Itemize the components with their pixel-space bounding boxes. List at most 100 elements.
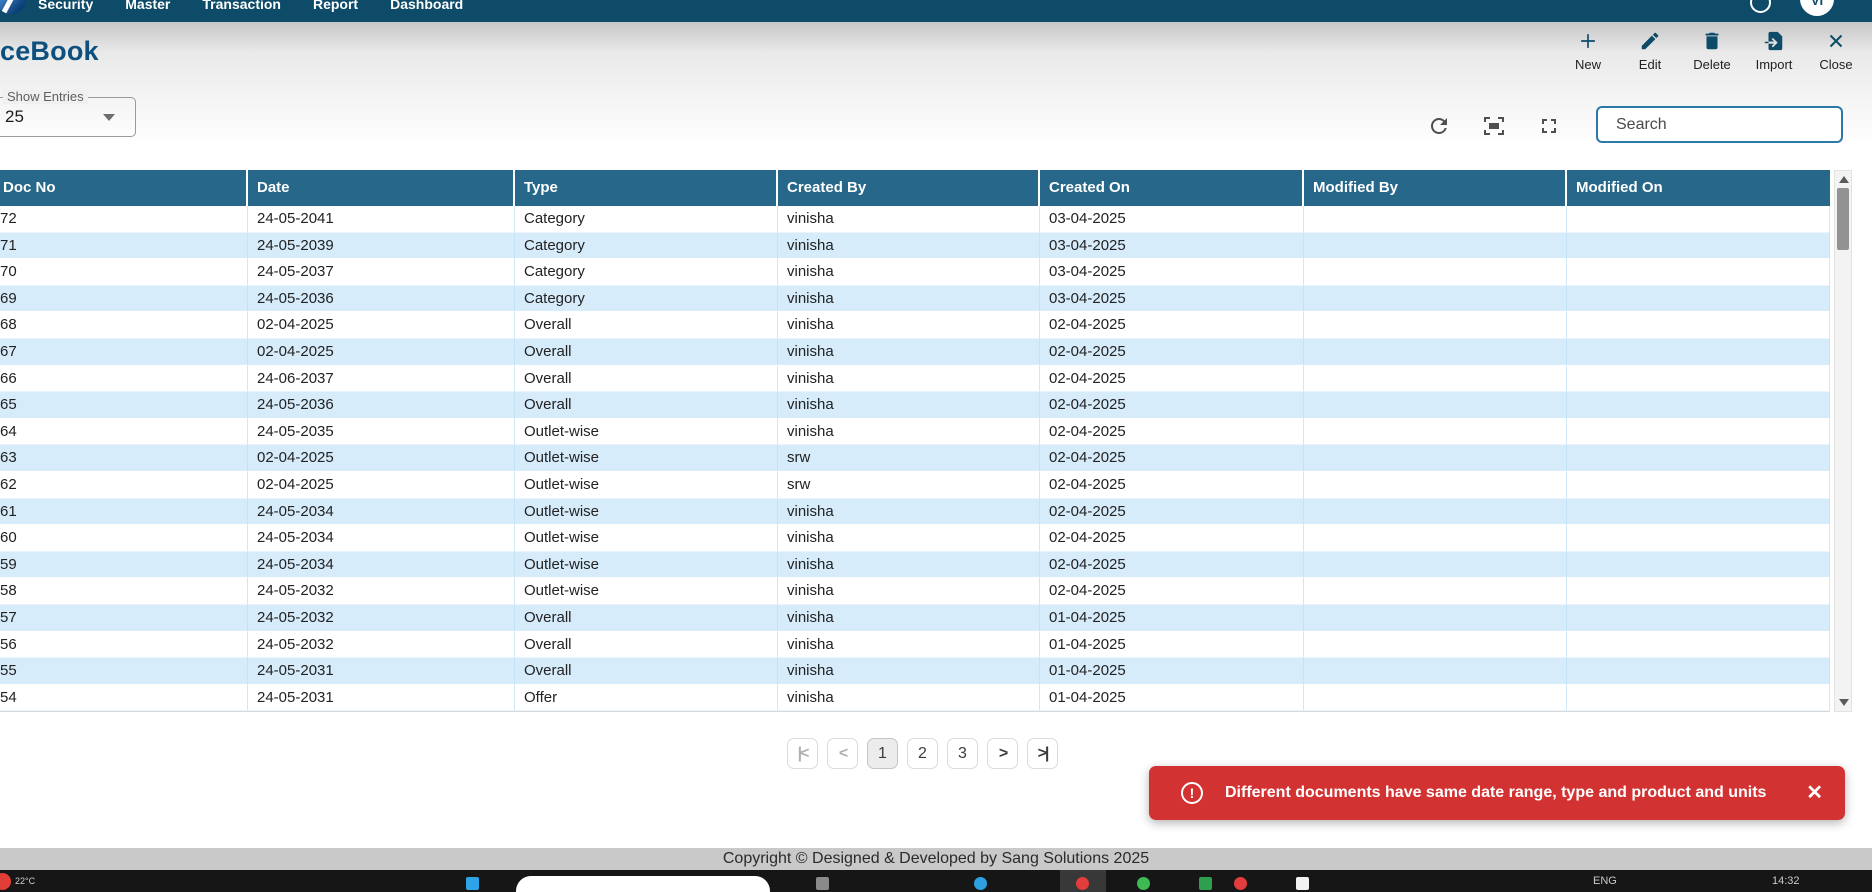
- cell-modified-on: [1567, 472, 1830, 499]
- column-header-modified-by[interactable]: Modified By: [1304, 170, 1567, 206]
- cell-created-on: 02-04-2025: [1040, 499, 1304, 526]
- cell-created-by: vinisha: [778, 605, 1040, 632]
- taskbar-app-icon[interactable]: [974, 877, 987, 890]
- taskbar-app-icon[interactable]: [816, 877, 829, 890]
- table-body: 7224-05-2041Categoryvinisha03-04-2025712…: [0, 206, 1830, 711]
- column-header-date[interactable]: Date: [248, 170, 515, 206]
- table-row[interactable]: 6124-05-2034Outlet-wisevinisha02-04-2025: [0, 499, 1830, 526]
- page-button-2[interactable]: 2: [907, 738, 938, 769]
- table-row[interactable]: 7024-05-2037Categoryvinisha03-04-2025: [0, 259, 1830, 286]
- nav-item-master[interactable]: Master: [125, 0, 170, 12]
- table-row[interactable]: 7224-05-2041Categoryvinisha03-04-2025: [0, 206, 1830, 233]
- cell-doc-no: 58: [0, 578, 248, 605]
- prev-page-button[interactable]: <: [827, 738, 858, 769]
- cell-created-on: 02-04-2025: [1040, 472, 1304, 499]
- cell-date: 24-05-2031: [248, 658, 515, 685]
- cell-modified-by: [1304, 339, 1567, 366]
- delete-button[interactable]: Delete: [1690, 30, 1734, 72]
- nav-item-security[interactable]: Security: [38, 0, 93, 12]
- page-button-3[interactable]: 3: [947, 738, 978, 769]
- cell-date: 24-05-2035: [248, 419, 515, 446]
- cell-doc-no: 64: [0, 419, 248, 446]
- table-row[interactable]: 6924-05-2036Categoryvinisha03-04-2025: [0, 286, 1830, 313]
- table-row[interactable]: 5424-05-2031Offervinisha01-04-2025: [0, 685, 1830, 712]
- top-nav: Security Master Transaction Report Dashboard…: [0, 0, 1872, 22]
- table-row[interactable]: 6624-06-2037Overallvinisha02-04-2025: [0, 366, 1830, 393]
- cell-modified-on: [1567, 658, 1830, 685]
- refresh-button[interactable]: [1424, 111, 1454, 141]
- nav-item-transaction[interactable]: Transaction: [202, 0, 281, 12]
- import-button[interactable]: Import: [1752, 30, 1796, 72]
- pagination: |< <123 > >|: [0, 738, 1845, 769]
- cell-modified-on: [1567, 286, 1830, 313]
- nav-item-dashboard[interactable]: Dashboard: [390, 0, 463, 12]
- table-row[interactable]: 6802-04-2025Overallvinisha02-04-2025: [0, 312, 1830, 339]
- table-row[interactable]: 6202-04-2025Outlet-wisesrw02-04-2025: [0, 472, 1830, 499]
- show-entries-select[interactable]: Show Entries 25: [0, 97, 136, 137]
- column-header-type[interactable]: Type: [515, 170, 778, 206]
- cell-modified-on: [1567, 392, 1830, 419]
- next-page-button[interactable]: >: [987, 738, 1018, 769]
- close-button[interactable]: Close: [1814, 30, 1858, 72]
- taskbar-clock: 14:32: [1772, 875, 1800, 887]
- table-row[interactable]: 6524-05-2036Overallvinisha02-04-2025: [0, 392, 1830, 419]
- cell-doc-no: 72: [0, 206, 248, 233]
- cell-created-by: vinisha: [778, 286, 1040, 313]
- table-row[interactable]: 5724-05-2032Overallvinisha01-04-2025: [0, 605, 1830, 632]
- cell-created-on: 01-04-2025: [1040, 685, 1304, 712]
- taskbar-search[interactable]: [516, 876, 770, 892]
- table-row[interactable]: 6424-05-2035Outlet-wisevinisha02-04-2025: [0, 419, 1830, 446]
- action-label: Import: [1756, 57, 1793, 72]
- column-header-created-on[interactable]: Created On: [1040, 170, 1304, 206]
- column-header-doc-no[interactable]: Doc No: [0, 170, 248, 206]
- cell-modified-on: [1567, 445, 1830, 472]
- table-row[interactable]: 5824-05-2032Outlet-wisevinisha02-04-2025: [0, 578, 1830, 605]
- cell-modified-on: [1567, 339, 1830, 366]
- cell-type: Overall: [515, 312, 778, 339]
- page-button-1[interactable]: 1: [867, 738, 898, 769]
- edit-button[interactable]: Edit: [1628, 30, 1672, 72]
- cell-type: Category: [515, 259, 778, 286]
- nav-item-report[interactable]: Report: [313, 0, 358, 12]
- table-row[interactable]: 5924-05-2034Outlet-wisevinisha02-04-2025: [0, 552, 1830, 579]
- cell-modified-by: [1304, 392, 1567, 419]
- column-header-modified-on[interactable]: Modified On: [1567, 170, 1830, 206]
- pencil-icon: [1639, 30, 1661, 55]
- table-scrollbar[interactable]: [1834, 170, 1852, 712]
- table-row[interactable]: 6302-04-2025Outlet-wisesrw02-04-2025: [0, 445, 1830, 472]
- taskbar-app-icon[interactable]: [1234, 877, 1247, 890]
- last-page-button[interactable]: >|: [1027, 738, 1058, 769]
- weather-icon[interactable]: [0, 873, 11, 890]
- fit-screen-button[interactable]: [1479, 111, 1509, 141]
- clock-icon[interactable]: [1750, 0, 1771, 13]
- scroll-down-icon[interactable]: [1839, 699, 1849, 706]
- taskbar-app-icon[interactable]: [1296, 877, 1309, 890]
- cell-modified-by: [1304, 658, 1567, 685]
- taskbar-active-app[interactable]: [1060, 870, 1106, 892]
- table-row[interactable]: 6024-05-2034Outlet-wisevinisha02-04-2025: [0, 525, 1830, 552]
- toast-close-button[interactable]: ✕: [1806, 783, 1823, 803]
- fit-screen-icon: [1482, 114, 1506, 138]
- cell-created-by: vinisha: [778, 392, 1040, 419]
- first-page-button[interactable]: |<: [787, 738, 818, 769]
- table-row[interactable]: 5624-05-2032Overallvinisha01-04-2025: [0, 632, 1830, 659]
- table-row[interactable]: 7124-05-2039Categoryvinisha03-04-2025: [0, 233, 1830, 260]
- language-indicator[interactable]: ENG: [1593, 875, 1617, 887]
- scroll-up-icon[interactable]: [1839, 176, 1849, 183]
- cell-created-by: vinisha: [778, 206, 1040, 233]
- cell-doc-no: 62: [0, 472, 248, 499]
- taskbar-app-icon[interactable]: [1137, 877, 1150, 890]
- cell-modified-on: [1567, 552, 1830, 579]
- new-button[interactable]: New: [1566, 30, 1610, 72]
- scrollbar-thumb[interactable]: [1837, 188, 1849, 250]
- cell-created-on: 02-04-2025: [1040, 552, 1304, 579]
- column-header-created-by[interactable]: Created By: [778, 170, 1040, 206]
- table-row[interactable]: 6702-04-2025Overallvinisha02-04-2025: [0, 339, 1830, 366]
- table-row[interactable]: 5524-05-2031Overallvinisha01-04-2025: [0, 658, 1830, 685]
- fullscreen-button[interactable]: [1534, 111, 1564, 141]
- taskbar-app-icon[interactable]: [466, 877, 479, 890]
- taskbar-app-icon[interactable]: [1199, 877, 1212, 890]
- taskbar-app-icon: [1076, 877, 1089, 890]
- search-input[interactable]: [1596, 106, 1843, 143]
- user-avatar[interactable]: VI: [1800, 0, 1834, 16]
